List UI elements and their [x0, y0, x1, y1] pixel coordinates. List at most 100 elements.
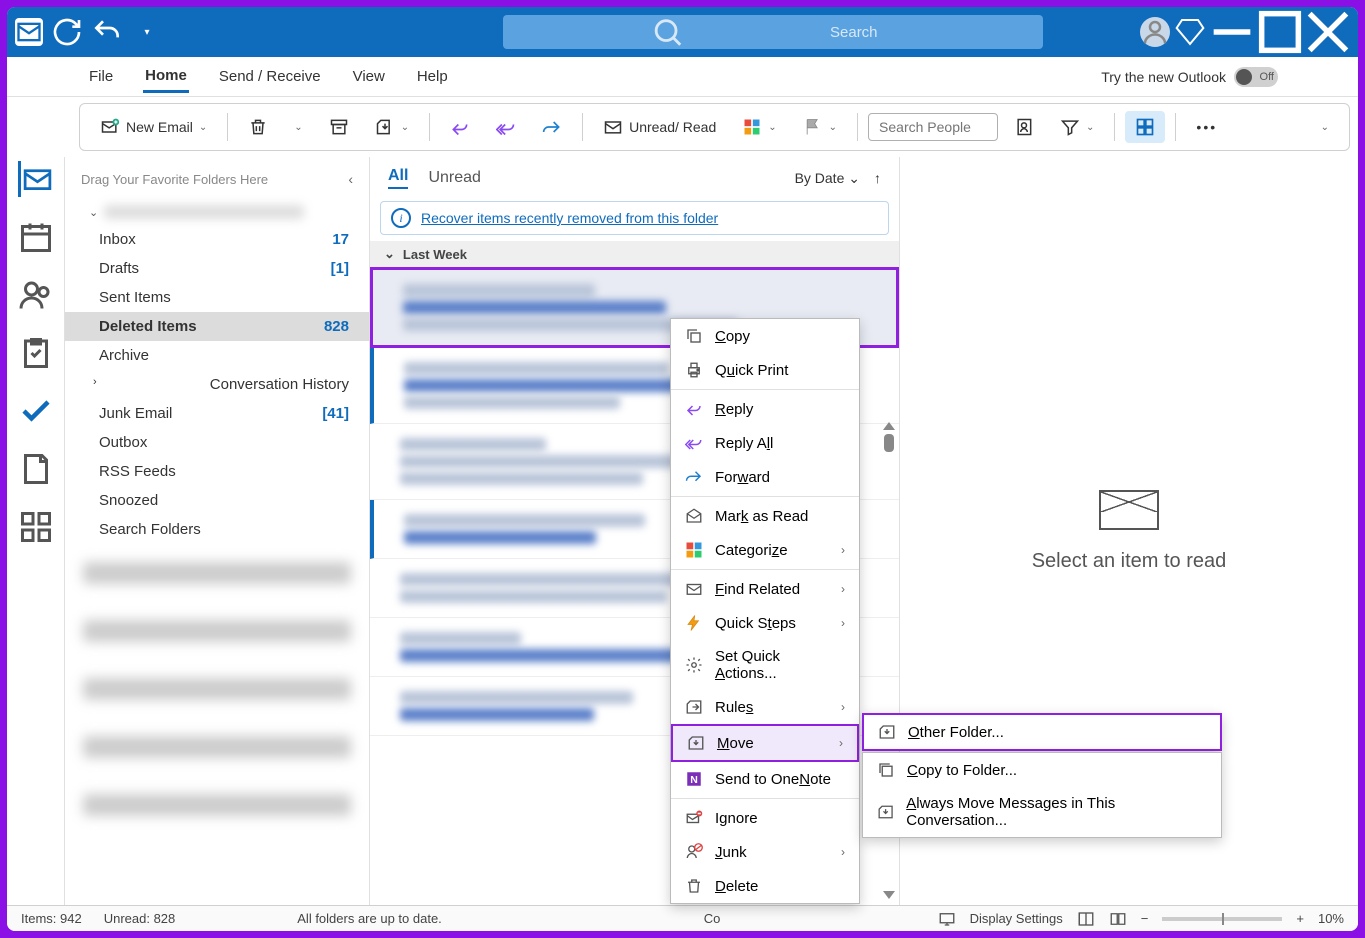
- undo-icon[interactable]: [91, 16, 123, 48]
- menu-file[interactable]: File: [87, 62, 115, 91]
- calendar-nav-icon[interactable]: [18, 219, 54, 255]
- flag-button[interactable]: ⌄: [793, 111, 847, 143]
- ctx-delete[interactable]: Delete: [671, 869, 859, 903]
- ctx-rules[interactable]: Rules›: [671, 690, 859, 724]
- display-settings-icon[interactable]: [938, 910, 956, 928]
- reply-all-button[interactable]: [486, 111, 526, 143]
- outlook-icon: [15, 18, 43, 46]
- folder-sent[interactable]: Sent Items: [65, 283, 369, 312]
- folder-conversation-history[interactable]: ›Conversation History: [65, 370, 369, 399]
- menu-help[interactable]: Help: [415, 62, 450, 91]
- zoom-slider[interactable]: [1162, 917, 1282, 921]
- context-menu: CCopyopy Quick Print Reply Reply All For…: [670, 318, 860, 904]
- scrollbar[interactable]: [881, 422, 897, 452]
- layout-button[interactable]: [1125, 111, 1165, 143]
- categorize-button[interactable]: ⌄: [732, 111, 786, 143]
- group-header[interactable]: ⌄Last Week: [370, 241, 899, 267]
- move-button[interactable]: ⌄: [365, 111, 419, 143]
- new-email-label: New Email: [126, 119, 193, 135]
- ctx-onenote[interactable]: NSend to OneNote: [671, 762, 859, 796]
- menu-home[interactable]: Home: [143, 61, 189, 93]
- favorites-hint: Drag Your Favorite Folders Here: [81, 172, 268, 187]
- folder-snoozed[interactable]: Snoozed: [65, 486, 369, 515]
- ctx-quick-print[interactable]: Quick Print: [671, 353, 859, 387]
- folder-rss[interactable]: RSS Feeds: [65, 457, 369, 486]
- ribbon-toggle[interactable]: ⌄: [1311, 116, 1339, 139]
- forward-icon: [542, 117, 562, 137]
- ctx-copy-to-folder[interactable]: Copy to Folder...: [863, 753, 1221, 787]
- account-header[interactable]: ⌄: [65, 199, 369, 225]
- folder-archive[interactable]: Archive: [65, 341, 369, 370]
- delete-button[interactable]: [238, 111, 278, 143]
- folder-junk[interactable]: Junk Email[41]: [65, 399, 369, 428]
- ctx-reply[interactable]: Reply: [671, 392, 859, 426]
- display-settings-label[interactable]: Display Settings: [970, 911, 1063, 926]
- avatar[interactable]: [1140, 17, 1170, 47]
- reply-all-icon: [496, 117, 516, 137]
- recover-link[interactable]: Recover items recently removed from this…: [421, 210, 718, 226]
- address-book-button[interactable]: [1004, 111, 1044, 143]
- zoom-out[interactable]: −: [1141, 911, 1149, 926]
- view-reading-icon[interactable]: [1109, 910, 1127, 928]
- ctx-junk[interactable]: Junk›: [671, 835, 859, 869]
- ctx-find-related[interactable]: Find Related›: [671, 572, 859, 606]
- reply-icon: [685, 400, 703, 418]
- notes-nav-icon[interactable]: [18, 451, 54, 487]
- sort-direction[interactable]: ↑: [874, 170, 881, 186]
- view-normal-icon[interactable]: [1077, 910, 1095, 928]
- folder-inbox[interactable]: Inbox17: [65, 225, 369, 254]
- ctx-quick-steps[interactable]: Quick Steps›: [671, 606, 859, 640]
- delete-dropdown[interactable]: ⌄: [284, 116, 312, 139]
- redacted-account: [83, 678, 351, 700]
- ctx-other-folder[interactable]: Other Folder...: [864, 715, 1220, 749]
- try-new-outlook: Try the new Outlook Off: [1101, 67, 1278, 87]
- collapse-folder-pane[interactable]: ‹: [348, 171, 353, 187]
- apps-nav-icon[interactable]: [18, 509, 54, 545]
- ctx-categorize[interactable]: Categorize›: [671, 533, 859, 567]
- ctx-ignore[interactable]: Ignore: [671, 801, 859, 835]
- menu-view[interactable]: View: [351, 62, 387, 91]
- tasks-nav-icon[interactable]: [18, 335, 54, 371]
- scrollbar-down[interactable]: [883, 891, 895, 899]
- ctx-copy[interactable]: CCopyopy: [671, 319, 859, 353]
- menu-send-receive[interactable]: Send / Receive: [217, 62, 323, 91]
- filter-button[interactable]: ⌄: [1050, 111, 1104, 143]
- search-box[interactable]: [503, 15, 1043, 49]
- ctx-reply-all[interactable]: Reply All: [671, 426, 859, 460]
- folder-outbox[interactable]: Outbox: [65, 428, 369, 457]
- search-people-input[interactable]: [868, 113, 998, 141]
- rules-icon: [685, 698, 703, 716]
- more-button[interactable]: •••: [1186, 113, 1227, 141]
- diamond-icon[interactable]: [1174, 16, 1206, 48]
- zoom-in[interactable]: +: [1296, 911, 1304, 926]
- sync-icon[interactable]: [51, 16, 83, 48]
- move-submenu-highlight: Other Folder...: [862, 713, 1222, 751]
- folder-drafts[interactable]: Drafts[1]: [65, 254, 369, 283]
- ctx-move[interactable]: Move›: [671, 724, 859, 762]
- new-outlook-toggle[interactable]: Off: [1234, 67, 1278, 87]
- search-input[interactable]: [830, 24, 1029, 41]
- archive-button[interactable]: [319, 111, 359, 143]
- close-button[interactable]: [1306, 10, 1350, 54]
- mail-nav-icon[interactable]: [18, 161, 54, 197]
- unread-read-button[interactable]: Unread/ Read: [593, 111, 726, 143]
- reply-button[interactable]: [440, 111, 480, 143]
- maximize-button[interactable]: [1258, 10, 1302, 54]
- filter-unread[interactable]: Unread: [428, 169, 480, 187]
- ctx-always-move[interactable]: Always Move Messages in This Conversatio…: [863, 787, 1221, 837]
- new-email-button[interactable]: New Email ⌄: [90, 111, 217, 143]
- ctx-forward[interactable]: Forward: [671, 460, 859, 494]
- ctx-mark-read[interactable]: Mark as Read: [671, 499, 859, 533]
- ctx-set-quick-actions[interactable]: Set Quick Actions...: [671, 640, 859, 690]
- app-bar: [7, 157, 65, 905]
- folder-search-folders[interactable]: Search Folders: [65, 515, 369, 544]
- todo-nav-icon[interactable]: [18, 393, 54, 429]
- filter-all[interactable]: All: [388, 167, 408, 189]
- funnel-icon: [1060, 117, 1080, 137]
- forward-button[interactable]: [532, 111, 572, 143]
- minimize-button[interactable]: [1210, 10, 1254, 54]
- sort-by-date[interactable]: By Date ⌄: [795, 170, 860, 187]
- people-nav-icon[interactable]: [18, 277, 54, 313]
- qat-dropdown[interactable]: ▾: [131, 16, 163, 48]
- folder-deleted[interactable]: Deleted Items828: [65, 312, 369, 341]
